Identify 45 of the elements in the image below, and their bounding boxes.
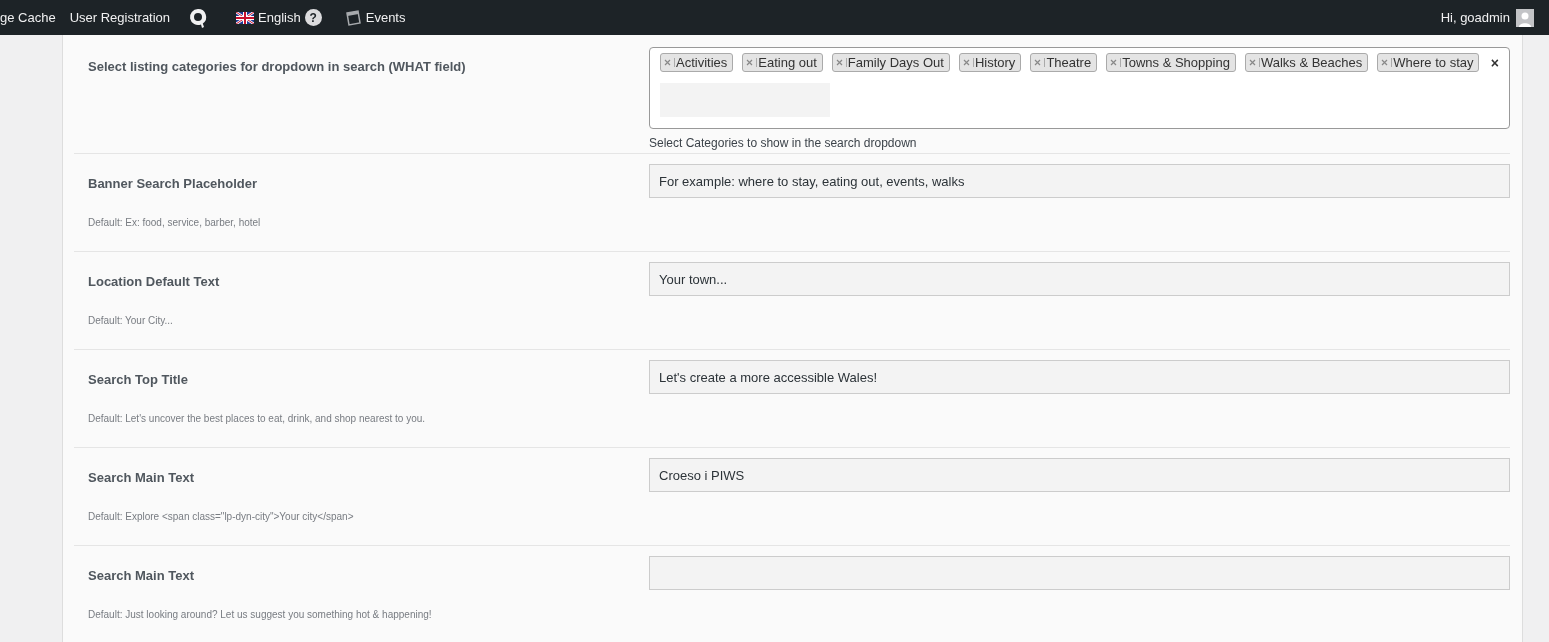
- remove-icon[interactable]: [663, 58, 675, 67]
- setting-label: Location Default Text: [88, 274, 221, 289]
- admin-bar-link[interactable]: ge Cache: [0, 10, 56, 25]
- calendar-icon: [343, 8, 362, 27]
- text-input[interactable]: Let's create a more accessible Wales!: [649, 360, 1510, 394]
- default-hint: Default: Ex: food, service, barber, hotel: [88, 217, 262, 228]
- logo-icon[interactable]: [188, 6, 209, 29]
- category-tag[interactable]: Towns & Shopping: [1106, 53, 1236, 72]
- category-tag[interactable]: Where to stay: [1377, 53, 1480, 72]
- category-tag[interactable]: History: [958, 53, 1022, 72]
- default-hint: Default: Just looking around? Let us suggest you something hot & happening!: [88, 609, 433, 620]
- text-input[interactable]: Croeso i PIWS: [649, 458, 1510, 492]
- remove-icon[interactable]: [1033, 58, 1046, 67]
- remove-icon[interactable]: [961, 58, 974, 67]
- remove-icon[interactable]: [745, 58, 758, 67]
- setting-label: Search Main Text: [88, 470, 195, 485]
- default-hint: Default: Explore <span class="lp-dyn-city">Your city</span>: [88, 511, 355, 522]
- category-select[interactable]: Activities Eating out Family Days Out History Theatre Towns & Shopping Walks & Beaches Where to stay ×: [649, 47, 1510, 129]
- remove-icon[interactable]: [1380, 58, 1393, 67]
- category-tag[interactable]: Activities: [660, 53, 734, 72]
- admin-bar-link[interactable]: User Registration: [69, 10, 171, 25]
- default-hint: Default: Your City...: [88, 315, 174, 326]
- category-tag[interactable]: Theatre: [1030, 53, 1098, 72]
- remove-icon[interactable]: [1247, 58, 1260, 67]
- category-tag[interactable]: Walks & Beaches: [1244, 53, 1369, 72]
- flag-icon: [236, 11, 255, 24]
- remove-icon[interactable]: [834, 58, 847, 67]
- setting-label: Select listing categories for dropdown in search (WHAT field): [88, 59, 467, 74]
- setting-label: Banner Search Placeholder: [88, 176, 259, 191]
- text-input[interactable]: For example: where to stay, eating out, events, walks: [649, 164, 1510, 198]
- text-input[interactable]: Your town...: [649, 262, 1510, 296]
- language-link[interactable]: English: [258, 10, 301, 25]
- user-greeting[interactable]: Hi, goadmin: [1440, 10, 1510, 25]
- category-tag[interactable]: Eating out: [742, 53, 823, 72]
- help-text: Select Categories to show in the search dropdown: [649, 136, 918, 150]
- remove-icon[interactable]: [1109, 58, 1122, 67]
- setting-label: Search Main Text: [88, 568, 195, 583]
- setting-label: Search Top Title: [88, 372, 189, 387]
- category-tag[interactable]: Family Days Out: [831, 53, 950, 72]
- default-hint: Default: Let's uncover the best places to eat, drink, and shop nearest to you.: [88, 413, 427, 424]
- events-link[interactable]: Events: [365, 10, 406, 25]
- avatar-icon[interactable]: [1516, 8, 1534, 27]
- text-input[interactable]: [649, 556, 1510, 590]
- clear-button[interactable]: ×: [1490, 54, 1499, 71]
- help-button[interactable]: ?: [304, 9, 322, 26]
